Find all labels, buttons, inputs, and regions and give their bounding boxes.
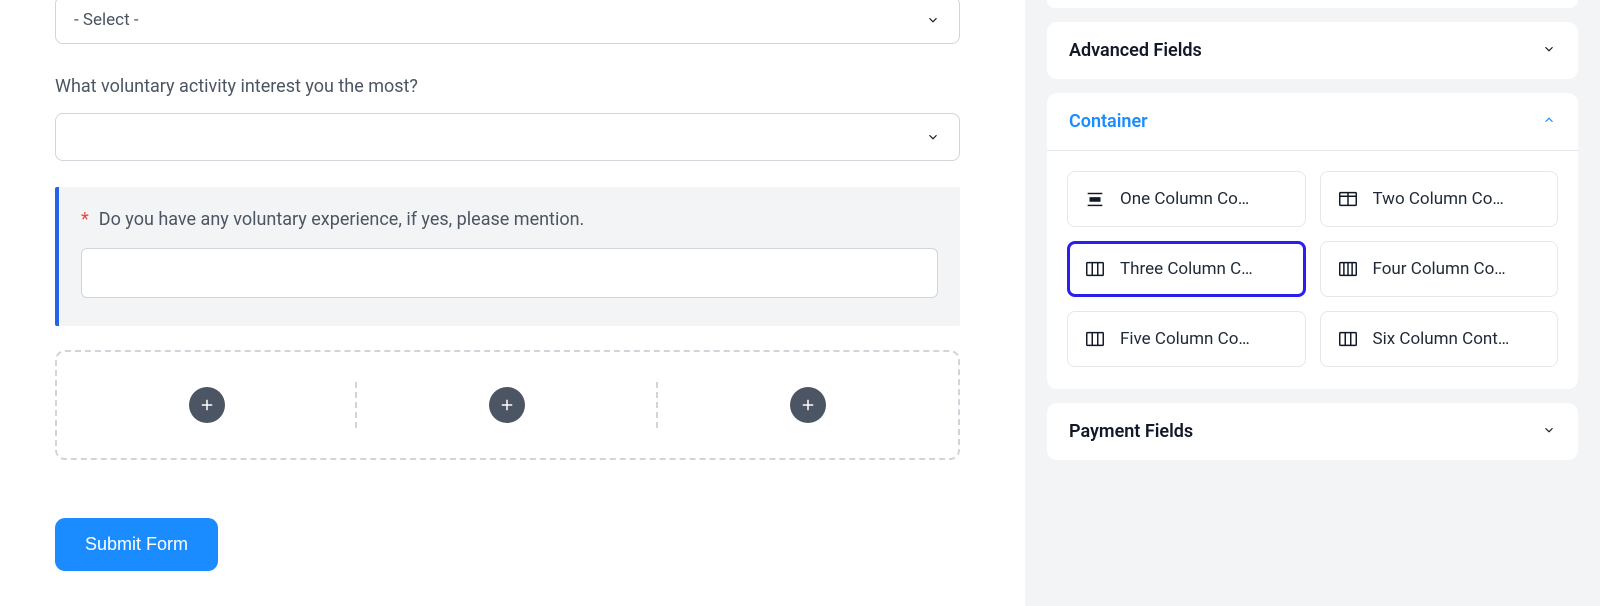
three-column-icon — [1084, 258, 1106, 280]
required-marker: * — [81, 209, 89, 230]
select-field-2[interactable] — [55, 113, 960, 161]
field-two-column[interactable]: Two Column Co… — [1320, 171, 1559, 227]
three-column-container[interactable] — [55, 350, 960, 460]
field-label: Three Column C… — [1120, 259, 1289, 279]
two-column-icon — [1337, 188, 1359, 210]
chevron-down-icon — [1542, 40, 1556, 61]
panel-container: Container One Column Co… — [1047, 93, 1578, 389]
panel-header-container[interactable]: Container — [1047, 93, 1578, 151]
chevron-down-icon — [925, 12, 941, 28]
field-label: Six Column Cont… — [1373, 329, 1542, 349]
voluntary-experience-label-text: Do you have any voluntary experience, if… — [99, 209, 585, 230]
four-column-icon — [1337, 258, 1359, 280]
select-field-1[interactable]: - Select - — [55, 0, 960, 44]
submit-button[interactable]: Submit Form — [55, 518, 218, 571]
layout: - Select - What voluntary activity inter… — [0, 0, 1600, 606]
add-field-button[interactable] — [790, 387, 826, 423]
column-slot-3[interactable] — [658, 352, 958, 458]
field-label: Four Column Co… — [1373, 259, 1542, 279]
one-column-icon — [1084, 188, 1106, 210]
previous-panel-stub — [1047, 0, 1578, 8]
field-label: One Column Co… — [1120, 189, 1289, 209]
five-column-icon — [1084, 328, 1106, 350]
panel-advanced-fields: Advanced Fields — [1047, 22, 1578, 79]
panel-title: Payment Fields — [1069, 421, 1193, 442]
field-one-column[interactable]: One Column Co… — [1067, 171, 1306, 227]
field-label: Five Column Co… — [1120, 329, 1289, 349]
column-slot-1[interactable] — [57, 352, 357, 458]
add-field-button[interactable] — [489, 387, 525, 423]
chevron-down-icon — [1542, 421, 1556, 442]
field-six-column[interactable]: Six Column Cont… — [1320, 311, 1559, 367]
chevron-down-icon — [925, 129, 941, 145]
voluntary-experience-input[interactable] — [81, 248, 938, 298]
panel-payment-fields: Payment Fields — [1047, 403, 1578, 460]
panel-header-payment[interactable]: Payment Fields — [1047, 403, 1578, 460]
panel-title: Container — [1069, 111, 1148, 132]
six-column-icon — [1337, 328, 1359, 350]
field-four-column[interactable]: Four Column Co… — [1320, 241, 1559, 297]
form-canvas: - Select - What voluntary activity inter… — [0, 0, 1025, 606]
active-field-voluntary-experience[interactable]: * Do you have any voluntary experience, i… — [55, 187, 960, 326]
field-sidebar: Advanced Fields Container — [1025, 0, 1600, 606]
field-label: Two Column Co… — [1373, 189, 1542, 209]
container-field-grid: One Column Co… Two Column Co… Three Colu… — [1067, 171, 1558, 367]
column-slot-2[interactable] — [357, 352, 657, 458]
voluntary-experience-label: * Do you have any voluntary experience, i… — [81, 209, 938, 230]
panel-header-advanced[interactable]: Advanced Fields — [1047, 22, 1578, 79]
select-placeholder: - Select - — [74, 10, 139, 30]
add-field-button[interactable] — [189, 387, 225, 423]
field-five-column[interactable]: Five Column Co… — [1067, 311, 1306, 367]
form-inner: - Select - What voluntary activity inter… — [0, 0, 1025, 571]
activity-label: What voluntary activity interest you the… — [55, 76, 960, 97]
panel-title: Advanced Fields — [1069, 40, 1202, 61]
chevron-up-icon — [1542, 111, 1556, 132]
panel-body-container: One Column Co… Two Column Co… Three Colu… — [1047, 151, 1578, 389]
field-three-column[interactable]: Three Column C… — [1067, 241, 1306, 297]
